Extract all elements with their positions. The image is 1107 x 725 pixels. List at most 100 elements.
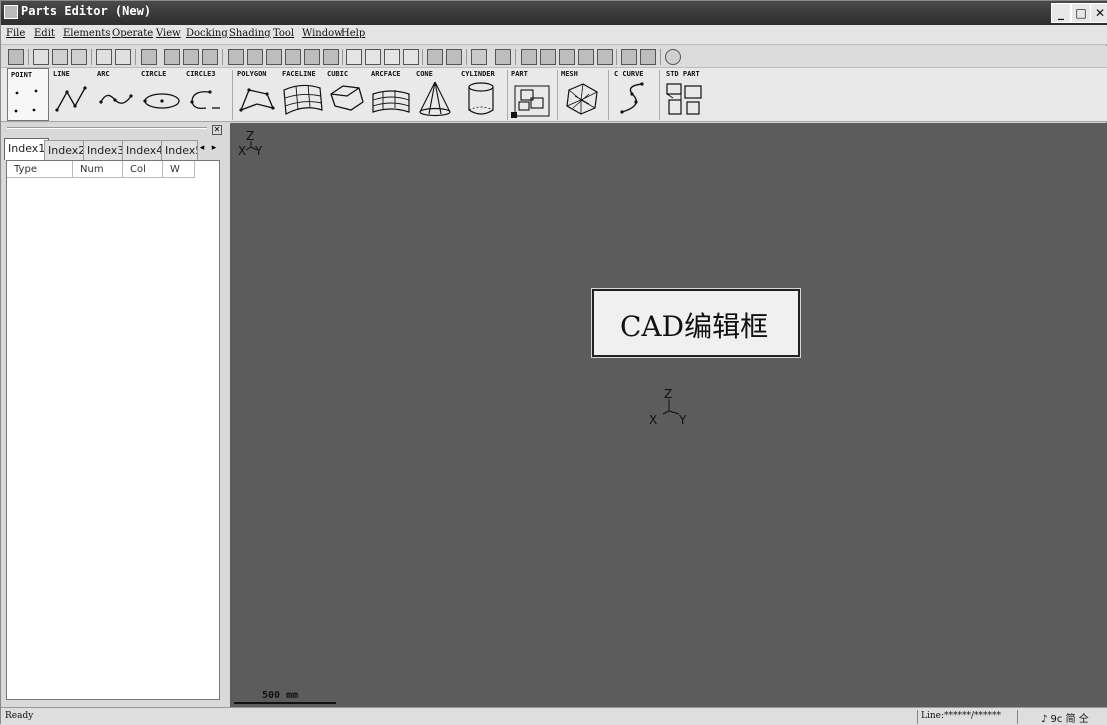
layer-icon[interactable] (304, 49, 320, 65)
grid-icon[interactable] (540, 49, 556, 65)
maximize-button[interactable]: □ (1071, 3, 1091, 23)
split-icon[interactable] (495, 49, 511, 65)
tool-line[interactable]: LINE (53, 68, 93, 121)
menu-help[interactable]: Help (341, 28, 365, 39)
render-icon[interactable] (597, 49, 613, 65)
column-w[interactable]: W (163, 161, 195, 178)
menu-docking[interactable]: Docking (186, 28, 228, 39)
layer-icon[interactable] (285, 49, 301, 65)
tree-icon[interactable] (164, 49, 180, 65)
menu-view[interactable]: View (156, 28, 181, 39)
tool-mesh[interactable]: MESH (561, 68, 605, 121)
tab-index1[interactable]: Index1 (4, 138, 50, 160)
view-iso-icon[interactable] (403, 49, 419, 65)
tool-faceline[interactable]: FACELINE (282, 68, 326, 121)
view-top-icon[interactable] (384, 49, 400, 65)
close-button[interactable]: ✕ (1090, 3, 1107, 23)
document-icon[interactable] (141, 49, 157, 65)
tool-circle[interactable]: CIRCLE (141, 68, 183, 121)
line-icon (55, 86, 87, 112)
toolbar-separator (135, 49, 136, 65)
tool-mesh-label: MESH (561, 70, 578, 78)
grid-icon[interactable] (559, 49, 575, 65)
status-divider (1017, 710, 1018, 724)
toolbar-separator (616, 49, 617, 65)
column-type[interactable]: Type (7, 161, 73, 178)
layer-icon[interactable] (247, 49, 263, 65)
menu-edit[interactable]: Edit (34, 28, 55, 39)
redo-icon[interactable] (115, 49, 131, 65)
panel-grip[interactable] (7, 127, 207, 129)
tool-circle3-label: CIRCLE3 (186, 70, 216, 78)
mail-icon[interactable] (446, 49, 462, 65)
shade-icon[interactable] (427, 49, 443, 65)
tool-cone-label: CONE (416, 70, 433, 78)
tool-polygon[interactable]: POLYGON (237, 68, 279, 121)
measure-icon[interactable] (621, 49, 637, 65)
status-bar: Ready Line:******/****** ♪ 9c 简 仝 (1, 707, 1107, 725)
tool-line-label: LINE (53, 70, 70, 78)
corner-axis-triad-icon (246, 141, 258, 151)
layer-icon[interactable] (266, 49, 282, 65)
toolbar-separator (466, 49, 467, 65)
toolbar-separator (608, 70, 609, 120)
hierarchy-icon[interactable] (202, 49, 218, 65)
tool-cone[interactable]: CONE (416, 68, 456, 121)
tool-c-curve-label: C CURVE (614, 70, 644, 78)
tool-circle3[interactable]: CIRCLE3 (186, 68, 228, 121)
view-front-icon[interactable] (346, 49, 362, 65)
tab-scroll-right-icon[interactable]: ▸ (208, 140, 220, 156)
tool-arc[interactable]: ARC (97, 68, 137, 121)
cad-viewport[interactable]: Z X Y CAD编辑框 Z X Y 500 mm (230, 123, 1107, 707)
tab-scroll-left-icon[interactable]: ◂ (196, 140, 208, 156)
menu-window[interactable]: Window (302, 28, 343, 39)
grid-icon[interactable] (521, 49, 537, 65)
minimize-button[interactable]: _ (1051, 3, 1071, 23)
c-curve-icon (620, 82, 644, 114)
tool-cylinder-label: CYLINDER (461, 70, 495, 78)
elements-toolbar: POINT LINE ARC CIRCLE CIRCLE3 POLYGON FA… (1, 68, 1107, 122)
fill-icon[interactable] (578, 49, 594, 65)
tool-part[interactable]: PART (511, 68, 555, 121)
undo-icon[interactable] (96, 49, 112, 65)
tool-cubic[interactable]: CUBIC (327, 68, 367, 121)
menu-bar: File Edit Elements Operate View Docking … (1, 25, 1107, 45)
cad-edit-box-callout: CAD编辑框 (591, 288, 801, 358)
layer-icon[interactable] (323, 49, 339, 65)
calculator-icon[interactable] (640, 49, 656, 65)
tool-std-part-label: STD PART (666, 70, 700, 78)
arc-icon (99, 94, 133, 104)
tool-cylinder[interactable]: CYLINDER (461, 68, 505, 121)
list-icon[interactable] (183, 49, 199, 65)
cut-icon[interactable] (33, 49, 49, 65)
parts-editor-window: Parts Editor (New) _ □ ✕ File Edit Eleme… (0, 0, 1107, 725)
cubic-icon (330, 85, 364, 111)
tool-std-part[interactable]: STD PART (663, 68, 707, 121)
column-col[interactable]: Col (123, 161, 163, 178)
cone-icon (419, 81, 451, 117)
tool-part-label: PART (511, 70, 528, 78)
view-side-icon[interactable] (365, 49, 381, 65)
tool-point[interactable]: POINT (7, 68, 49, 121)
copy-icon[interactable] (52, 49, 68, 65)
tool-arcface[interactable]: ARCFACE (371, 68, 415, 121)
part-icon (511, 85, 550, 118)
panel-close-icon[interactable]: ✕ (212, 125, 222, 135)
tool-c-curve[interactable]: C CURVE (612, 68, 656, 121)
menu-operate[interactable]: Operate (112, 28, 153, 39)
menu-elements[interactable]: Elements (63, 28, 110, 39)
menu-file[interactable]: File (6, 28, 25, 39)
window-icon[interactable] (471, 49, 487, 65)
ime-indicator[interactable]: ♪ 9c 简 仝 (1041, 710, 1089, 725)
circle3-icon (190, 90, 220, 110)
menu-shading[interactable]: Shading (229, 28, 271, 39)
paste-icon[interactable] (71, 49, 87, 65)
column-num[interactable]: Num (73, 161, 123, 178)
element-list[interactable]: Type Num Col W (6, 160, 220, 700)
toolbar-separator (222, 49, 223, 65)
save-icon[interactable] (8, 49, 24, 65)
help-icon[interactable] (665, 49, 681, 65)
menu-tool[interactable]: Tool (273, 28, 294, 39)
layer-icon[interactable] (228, 49, 244, 65)
tab-index5[interactable]: Index5 (161, 140, 198, 160)
